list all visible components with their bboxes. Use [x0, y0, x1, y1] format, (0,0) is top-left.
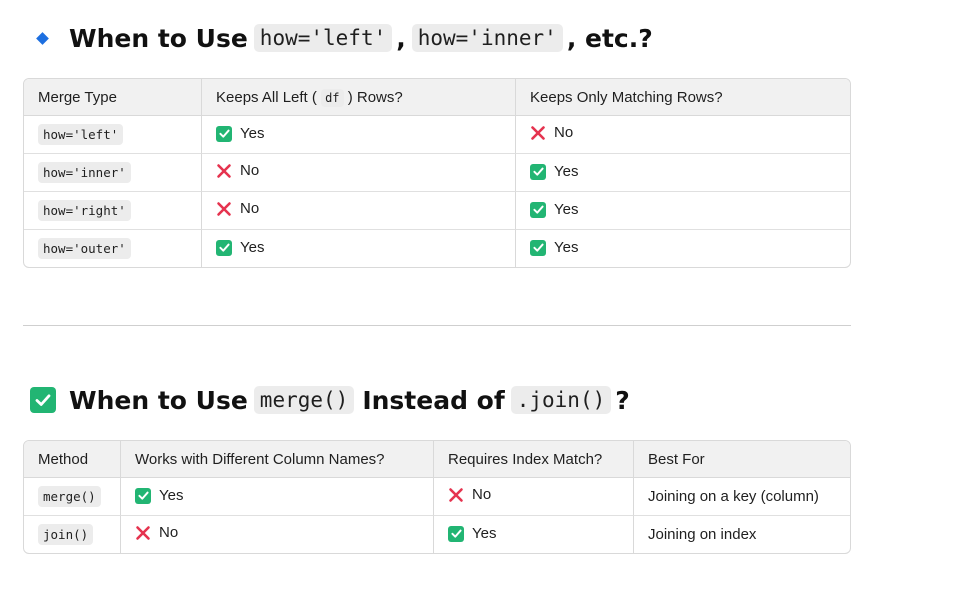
red-cross-icon — [530, 125, 546, 141]
table-header-row: Method Works with Different Column Names… — [24, 441, 850, 478]
heading-text: When to Use — [69, 385, 248, 415]
heading-text: ? — [615, 385, 630, 415]
header-code: df — [321, 88, 344, 107]
heading-code: .join() — [510, 386, 612, 414]
heading-text: , etc.? — [566, 23, 653, 53]
table-row: merge() Yes No Joining on a key (column) — [24, 478, 850, 516]
cell-value: No — [472, 486, 492, 504]
cell-value: Joining on index — [648, 526, 757, 543]
cell-value: Yes — [240, 239, 265, 256]
cell-value: Yes — [554, 163, 579, 180]
merge-type-code: how='right' — [38, 200, 131, 221]
section-1-heading: When to Use how='left' , how='inner' , e… — [30, 18, 653, 58]
merge-type-code: how='outer' — [38, 238, 131, 259]
column-header: Keeps All Left ( df ) Rows? — [202, 79, 516, 116]
merge-type-code: how='left' — [38, 124, 124, 145]
green-check-icon — [530, 201, 546, 218]
column-header: Merge Type — [24, 79, 202, 116]
cell-value: Yes — [159, 487, 184, 504]
header-text: Keeps All Left ( — [216, 88, 317, 106]
red-cross-icon — [448, 487, 464, 503]
green-check-icon — [448, 525, 464, 542]
heading-code: how='inner' — [411, 24, 563, 52]
cell-value: Yes — [240, 125, 265, 142]
table-row: how='outer' Yes Yes — [24, 230, 850, 267]
blue-diamond-icon — [36, 31, 49, 45]
column-header: Keeps Only Matching Rows? — [516, 79, 850, 116]
table-row: how='left' Yes No — [24, 116, 850, 154]
cell-value: Yes — [472, 525, 497, 542]
horizontal-divider — [23, 325, 851, 326]
table-header-row: Merge Type Keeps All Left ( df ) Rows? K… — [24, 79, 850, 116]
green-check-icon — [216, 239, 232, 256]
section-2-heading: When to Use merge() Instead of .join() ? — [30, 380, 630, 420]
table-row: how='right' No Yes — [24, 192, 850, 230]
cell-value: Yes — [554, 239, 579, 256]
red-cross-icon — [135, 525, 151, 541]
method-code: merge() — [38, 486, 101, 507]
header-text: ) Rows? — [347, 88, 403, 106]
cell-value: Yes — [554, 201, 579, 218]
green-check-icon — [30, 387, 56, 413]
heading-text: Instead of — [362, 385, 505, 415]
cell-value: No — [240, 200, 260, 218]
table-row: how='inner' No Yes — [24, 154, 850, 192]
green-check-icon — [216, 125, 232, 142]
table-row: join() No Yes Joining on index — [24, 516, 850, 553]
heading-code: merge() — [253, 386, 355, 414]
cell-value: Joining on a key (column) — [634, 478, 850, 516]
column-header: Requires Index Match? — [434, 441, 634, 478]
merge-type-code: how='inner' — [38, 162, 131, 183]
merge-types-table: Merge Type Keeps All Left ( df ) Rows? K… — [23, 78, 851, 268]
red-cross-icon — [216, 201, 232, 217]
column-header: Method — [24, 441, 121, 478]
merge-vs-join-table: Method Works with Different Column Names… — [23, 440, 851, 554]
column-header: Best For — [634, 441, 850, 478]
heading-text: , — [396, 23, 406, 53]
red-cross-icon — [216, 163, 232, 179]
column-header: Works with Different Column Names? — [121, 441, 434, 478]
heading-code: how='left' — [253, 24, 393, 52]
green-check-icon — [530, 163, 546, 180]
green-check-icon — [530, 239, 546, 256]
method-code: join() — [38, 524, 94, 545]
cell-value: No — [159, 524, 179, 542]
cell-value: No — [240, 162, 260, 180]
cell-value: No — [554, 124, 574, 142]
green-check-icon — [135, 487, 151, 504]
heading-text: When to Use — [69, 23, 248, 53]
